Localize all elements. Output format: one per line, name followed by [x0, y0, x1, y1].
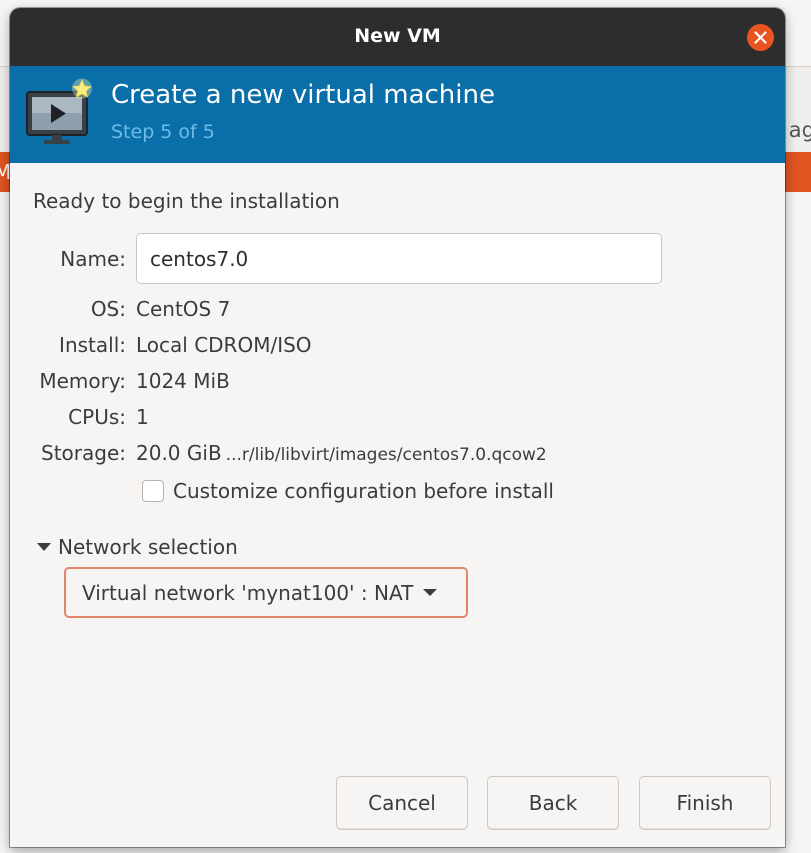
storage-value: 20.0 GiB ...r/lib/libvirt/images/centos7.… — [136, 441, 547, 465]
close-icon — [754, 31, 767, 44]
wizard-banner: Create a new virtual machine Step 5 of 5 — [10, 66, 785, 163]
storage-size: 20.0 GiB — [136, 441, 222, 465]
dialog-title: New VM — [354, 25, 441, 47]
banner-step: Step 5 of 5 — [111, 121, 215, 143]
virtual-machine-icon — [26, 78, 92, 144]
network-selection-expander[interactable]: Network selection — [37, 535, 238, 559]
install-label: Install: — [59, 333, 126, 357]
customize-checkbox[interactable] — [142, 480, 164, 502]
storage-label: Storage: — [41, 441, 126, 465]
finish-button[interactable]: Finish — [639, 776, 771, 830]
name-input[interactable] — [136, 233, 662, 284]
back-button[interactable]: Back — [487, 776, 619, 830]
cancel-button[interactable]: Cancel — [336, 776, 468, 830]
banner-title: Create a new virtual machine — [111, 80, 495, 110]
customize-checkbox-row[interactable]: Customize configuration before install — [142, 479, 554, 503]
install-value: Local CDROM/ISO — [136, 333, 312, 357]
summary-heading: Ready to begin the installation — [33, 189, 340, 213]
chevron-down-icon — [423, 589, 438, 596]
cpus-label: CPUs: — [68, 405, 126, 429]
network-select-value: Virtual network 'mynat100' : NAT — [82, 580, 414, 605]
os-value: CentOS 7 — [136, 297, 231, 321]
close-button[interactable] — [747, 24, 774, 51]
memory-label: Memory: — [39, 369, 126, 393]
name-label: Name: — [60, 247, 126, 271]
expander-arrow-down-icon[interactable] — [37, 543, 51, 551]
storage-path: ...r/lib/libvirt/images/centos7.0.qcow2 — [225, 445, 547, 465]
network-selection-label[interactable]: Network selection — [58, 535, 238, 559]
customize-checkbox-label[interactable]: Customize configuration before install — [173, 479, 554, 503]
os-label: OS: — [90, 297, 126, 321]
cpus-value: 1 — [136, 405, 149, 429]
dialog-titlebar[interactable]: New VM — [10, 8, 785, 66]
memory-value: 1024 MiB — [136, 369, 230, 393]
new-vm-dialog: New VM Create a new virtual machine Step… — [10, 8, 785, 847]
network-select[interactable]: Virtual network 'mynat100' : NAT — [64, 567, 468, 618]
background-edge-text-right: ag — [788, 118, 811, 142]
